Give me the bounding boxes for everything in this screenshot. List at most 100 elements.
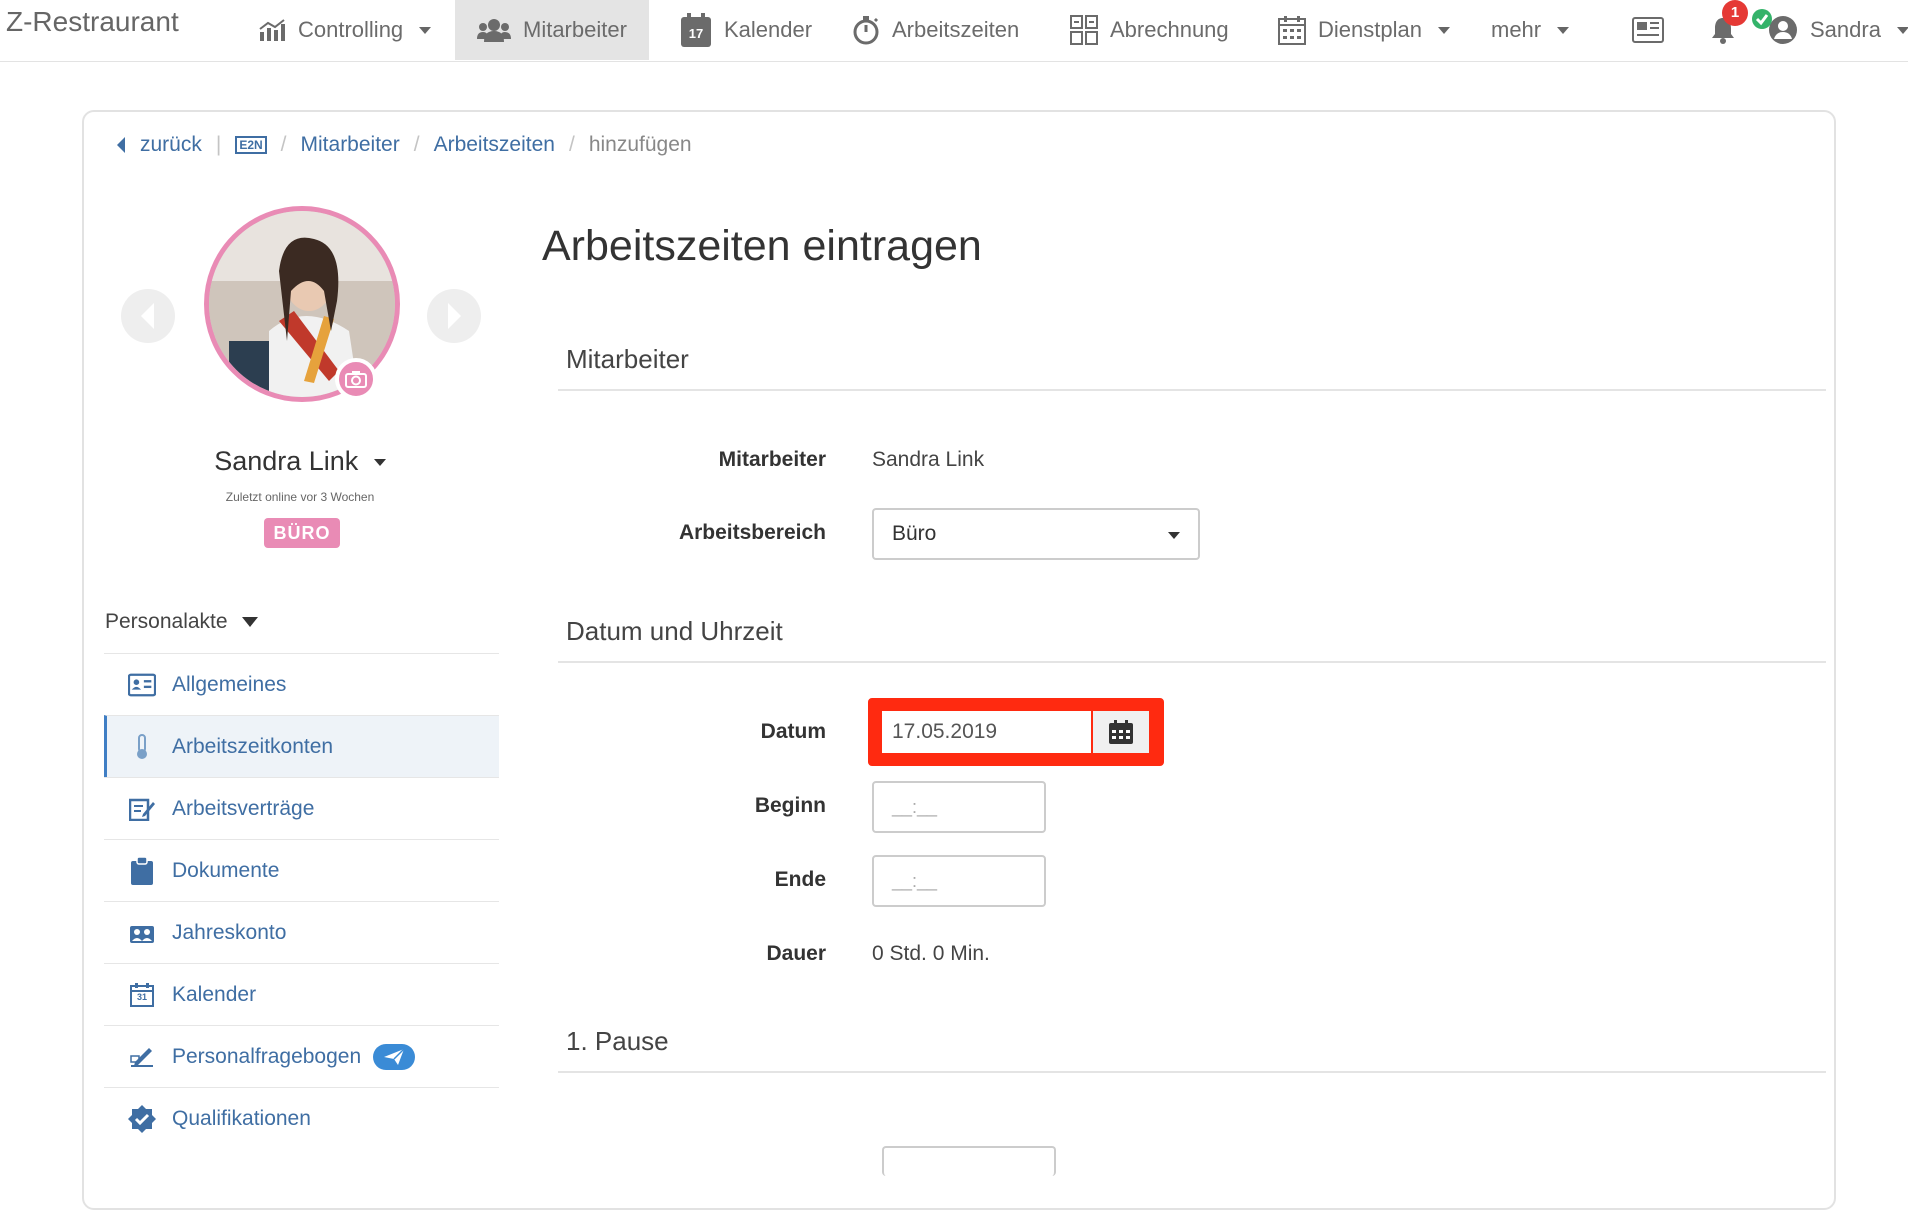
nav-mehr[interactable]: mehr	[1491, 0, 1570, 60]
sidebar-item-kalender[interactable]: 31 Kalender	[104, 963, 499, 1025]
breadcrumb-separator: /	[413, 133, 420, 156]
datum-label: Datum	[760, 720, 826, 743]
personalakte-label: Personalakte	[105, 610, 228, 633]
chevron-down-icon	[419, 26, 432, 34]
thermometer-icon	[128, 733, 156, 760]
notification-count-badge: 1	[1722, 0, 1748, 26]
back-link[interactable]: zurück	[140, 133, 202, 157]
clipboard-icon	[128, 856, 156, 885]
section-heading-mitarbeiter: Mitarbeiter	[558, 344, 1826, 391]
news-icon[interactable]	[1632, 0, 1664, 60]
people-group-icon	[128, 922, 156, 944]
user-name-label: Sandra	[1810, 17, 1881, 42]
sidebar-item-jahreskonto[interactable]: Jahreskonto	[104, 901, 499, 963]
top-navbar: Z-Restraurant Controlling Mitarbeiter 17…	[0, 0, 1908, 62]
datepicker-button[interactable]	[1093, 711, 1149, 753]
sidebar-item-label: Personalfragebogen	[172, 1044, 362, 1068]
back-caret-icon	[117, 137, 125, 153]
e2n-logo-icon[interactable]: E2N	[235, 136, 267, 154]
contract-edit-icon	[128, 797, 156, 821]
page-title: Arbeitszeiten eintragen	[542, 222, 982, 270]
nav-arbeitszeiten-label: Arbeitszeiten	[892, 17, 1020, 42]
breadcrumb-pipe: |	[215, 133, 222, 156]
arbeitsbereich-select[interactable]: Büro	[872, 508, 1200, 560]
calendar-icon	[1109, 720, 1133, 744]
sidebar-item-dokumente[interactable]: Dokumente	[104, 839, 499, 901]
sidebar-item-label: Qualifikationen	[172, 1106, 311, 1130]
ende-label: Ende	[774, 868, 826, 891]
datum-input[interactable]: 17.05.2019	[882, 711, 1091, 753]
sidebar-item-qualifikationen[interactable]: Qualifikationen	[104, 1087, 499, 1149]
caret-down-icon	[241, 617, 258, 627]
beginn-input[interactable]: __:__	[872, 781, 1046, 833]
nav-controlling[interactable]: Controlling	[258, 0, 432, 60]
chevron-left-icon	[141, 303, 154, 329]
sidebar-item-label: Arbeitszeitkonten	[172, 734, 334, 758]
calendar-icon: 31	[128, 982, 156, 1007]
next-employee-button[interactable]	[427, 289, 481, 343]
camera-icon	[345, 371, 367, 388]
nav-dienstplan[interactable]: Dienstplan	[1278, 0, 1450, 60]
paper-plane-icon	[384, 1047, 405, 1065]
sidebar-item-label: Kalender	[172, 982, 257, 1006]
sidebar-item-label: Arbeitsverträge	[172, 796, 315, 820]
arbeitsbereich-label: Arbeitsbereich	[678, 521, 826, 544]
sidebar-item-label: Allgemeines	[172, 672, 287, 696]
sidebar-item-arbeitszeitkonten[interactable]: Arbeitszeitkonten	[104, 715, 499, 777]
user-avatar-icon	[1752, 9, 1798, 45]
employee-name: Sandra Link	[214, 446, 359, 476]
mitarbeiter-label: Mitarbeiter	[718, 448, 826, 471]
nav-abrechnung[interactable]: Abrechnung	[1070, 0, 1229, 60]
dauer-label: Dauer	[766, 942, 826, 965]
chevron-down-icon	[1437, 26, 1450, 34]
pause-beginn-input[interactable]	[882, 1146, 1056, 1176]
nav-controlling-label: Controlling	[298, 17, 404, 42]
calculator-icon	[1070, 15, 1098, 45]
sidebar-item-personalfragebogen[interactable]: Personalfragebogen	[104, 1025, 499, 1087]
breadcrumb-mitarbeiter[interactable]: Mitarbeiter	[301, 133, 400, 157]
personalakte-toggle[interactable]: Personalakte	[105, 610, 258, 634]
section-heading-datum: Datum und Uhrzeit	[558, 616, 1826, 663]
chart-icon	[258, 18, 286, 42]
badge-check-icon	[128, 1104, 156, 1133]
send-toggle[interactable]	[373, 1043, 416, 1070]
sidebar-item-arbeitsvertraege[interactable]: Arbeitsverträge	[104, 777, 499, 839]
nav-mehr-label: mehr	[1491, 17, 1542, 42]
nav-abrechnung-label: Abrechnung	[1110, 17, 1229, 42]
sidebar-item-label: Dokumente	[172, 858, 280, 882]
personalakte-menu: Allgemeines Arbeitszeitkonten Arbeitsver…	[104, 653, 499, 1149]
breadcrumb-current: hinzufügen	[588, 133, 692, 156]
nav-mitarbeiter[interactable]: Mitarbeiter	[455, 0, 649, 60]
dauer-value: 0 Std. 0 Min.	[872, 942, 990, 965]
chevron-down-icon	[1896, 26, 1908, 34]
user-menu[interactable]: Sandra	[1752, 0, 1908, 60]
pen-sign-icon	[128, 1046, 156, 1068]
stopwatch-icon	[852, 15, 880, 45]
ende-input[interactable]: __:__	[872, 855, 1046, 907]
breadcrumb-separator: /	[568, 133, 575, 156]
nav-arbeitszeiten[interactable]: Arbeitszeiten	[852, 0, 1019, 60]
last-online-text: Zuletzt online vor 3 Wochen	[225, 490, 375, 504]
change-photo-button[interactable]	[335, 358, 377, 400]
users-icon	[477, 18, 511, 42]
breadcrumb: zurück | E2N / Mitarbeiter / Arbeitszeit…	[116, 133, 692, 157]
nav-kalender-label: Kalender	[724, 17, 813, 42]
schedule-icon	[1278, 15, 1306, 45]
status-check-icon	[1752, 9, 1772, 29]
chevron-down-icon	[1168, 532, 1180, 539]
chevron-down-icon	[373, 459, 386, 467]
calendar-icon: 17	[680, 12, 712, 48]
chevron-down-icon	[1557, 26, 1570, 34]
sidebar-item-label: Jahreskonto	[172, 920, 287, 944]
employee-name-dropdown[interactable]: Sandra Link	[100, 446, 500, 477]
arbeitsbereich-selected-value: Büro	[892, 522, 937, 545]
breadcrumb-arbeitszeiten[interactable]: Arbeitszeiten	[434, 133, 555, 157]
previous-employee-button[interactable]	[121, 289, 175, 343]
nav-dienstplan-label: Dienstplan	[1318, 17, 1422, 42]
id-card-icon	[128, 673, 156, 697]
nav-mitarbeiter-label: Mitarbeiter	[523, 17, 627, 42]
mitarbeiter-value: Sandra Link	[872, 448, 985, 471]
sidebar-item-allgemeines[interactable]: Allgemeines	[104, 653, 499, 715]
nav-kalender[interactable]: 17 Kalender	[680, 0, 812, 60]
brand-name[interactable]: Z-Restraurant	[6, 6, 179, 38]
